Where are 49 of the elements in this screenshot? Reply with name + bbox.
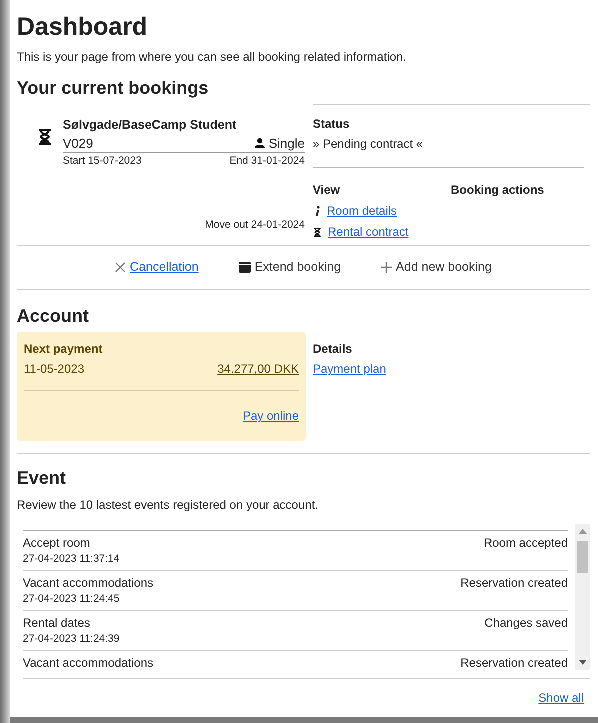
- booking-actions-label: Booking actions: [451, 182, 544, 199]
- event-name: Rental dates: [23, 614, 90, 632]
- details-label: Details: [313, 341, 354, 358]
- action-label[interactable]: Extend booking: [254, 258, 342, 278]
- payment-plan-link[interactable]: Payment plan: [313, 360, 386, 378]
- intro-text: This is your page from where you can see all booking related information.: [17, 49, 408, 66]
- info-icon: [313, 206, 321, 216]
- hourglass-icon: [37, 126, 53, 148]
- status-value: » Pending contract «: [313, 136, 424, 153]
- end-date: End 31-01-2024: [230, 154, 305, 169]
- scroll-up-icon: [579, 529, 587, 534]
- plus-icon: [381, 262, 392, 274]
- view-link[interactable]: Room details: [327, 202, 398, 220]
- payment-amount: 34.277,00 DKK: [218, 361, 299, 378]
- room-number: V029: [63, 134, 94, 152]
- view-label: View: [313, 182, 342, 199]
- section-heading: Your current bookings: [17, 77, 210, 100]
- action-label[interactable]: Add new booking: [396, 258, 492, 278]
- event-time: 27-04-2023 11:24:39: [23, 632, 121, 647]
- event-name: Vacant accommodations: [23, 575, 154, 592]
- move-out-date: Move out 24-01-2024: [204, 218, 305, 232]
- room-type: Single: [268, 134, 305, 152]
- page-title: Dashboard: [17, 12, 149, 42]
- event-name: Accept room: [23, 535, 90, 552]
- close-icon: [115, 262, 126, 274]
- scroll-down-icon: [579, 660, 587, 666]
- calendar-icon: [238, 262, 251, 274]
- events-description: Review the 10 lastest events registered on your account.: [17, 497, 320, 514]
- event-result: Room accepted: [484, 535, 568, 552]
- event-result: Reservation created: [460, 654, 568, 670]
- section-heading: Event: [17, 467, 68, 490]
- status-label: Status: [313, 116, 351, 133]
- event-name: Vacant accommodations: [23, 654, 154, 670]
- show-all-link[interactable]: Show all: [538, 689, 584, 708]
- scrollbar-thumb[interactable]: [577, 541, 588, 574]
- booking-name: Sølvgade/BaseCamp Student: [63, 117, 238, 134]
- hourglass-icon: [313, 226, 322, 238]
- view-link[interactable]: Rental contract: [328, 223, 409, 241]
- event-result: Reservation created: [460, 575, 568, 592]
- start-date: Start 15-07-2023: [63, 154, 142, 169]
- pay-online-link[interactable]: Pay online: [242, 407, 299, 426]
- payment-date: 11-05-2023: [24, 361, 84, 378]
- cancellation-link[interactable]: Cancellation: [130, 258, 199, 278]
- person-icon: [254, 138, 265, 148]
- event-time: 27-04-2023 11:24:45: [23, 592, 121, 607]
- event-time: 27-04-2023 11:37:14: [23, 552, 121, 568]
- payment-label: Next payment: [24, 341, 104, 358]
- event-result: Changes saved: [484, 614, 568, 632]
- section-heading: Account: [17, 305, 90, 328]
